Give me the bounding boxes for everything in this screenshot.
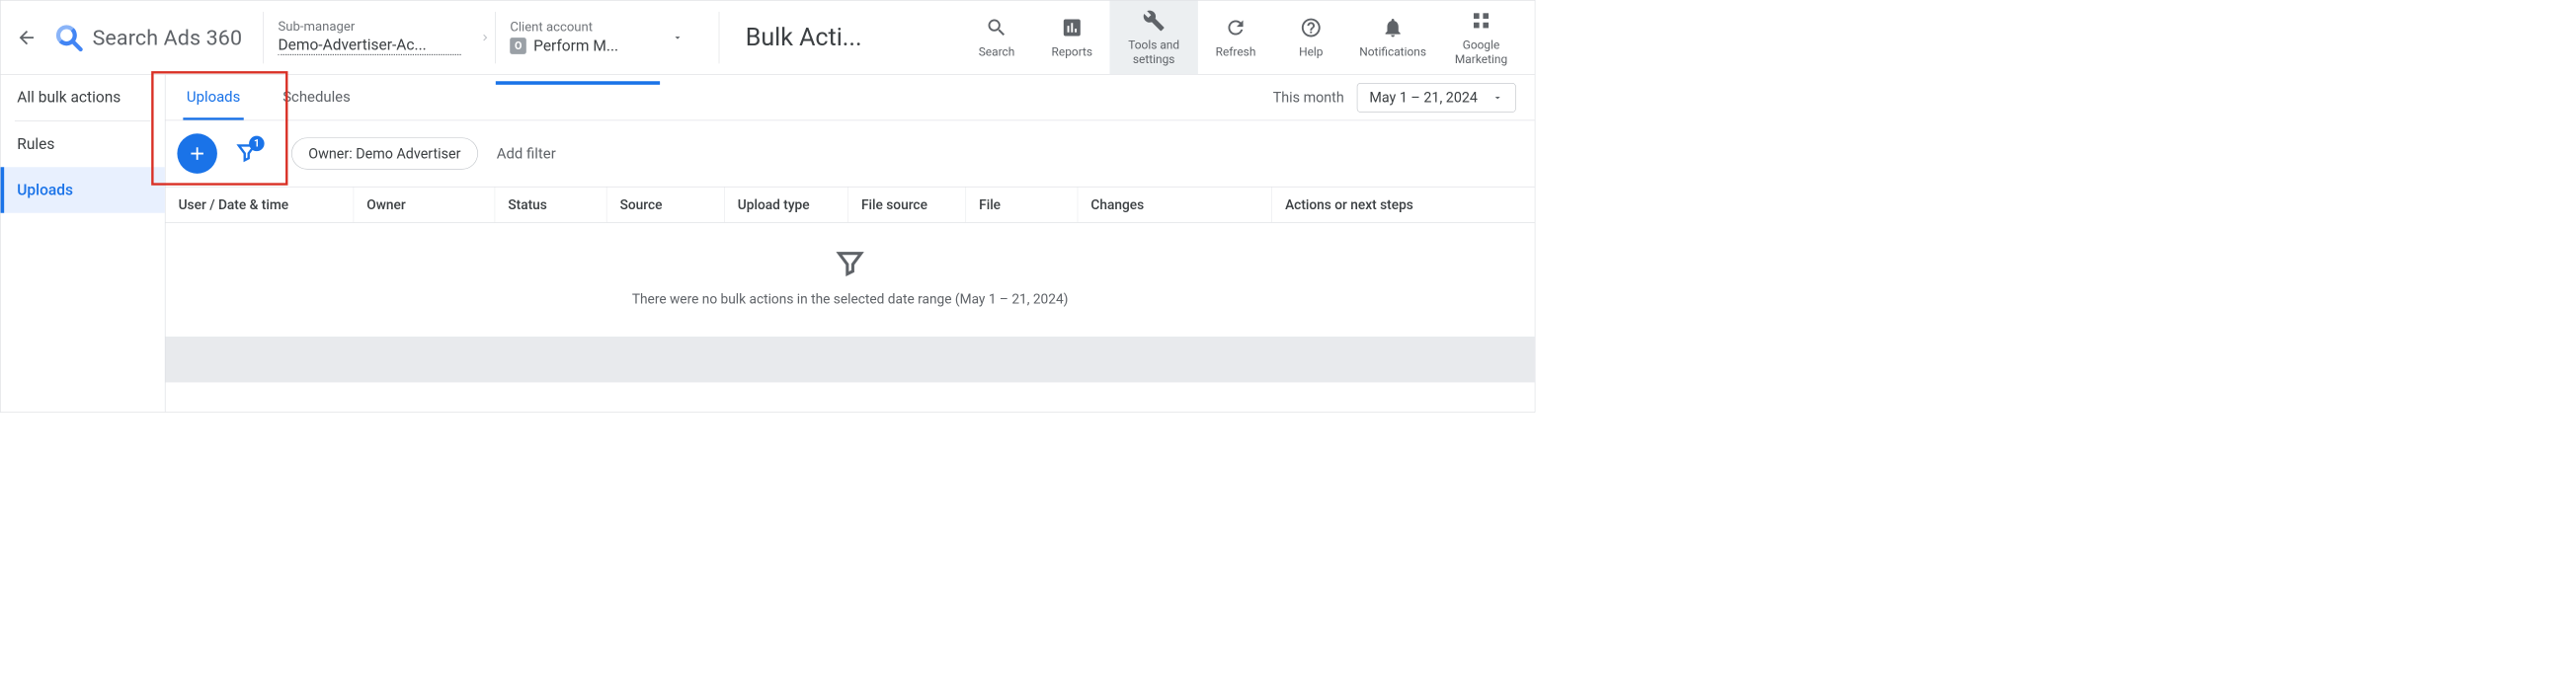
back-button[interactable] [15, 26, 39, 49]
tabs-row: Uploads Schedules This month May 1 – 21,… [165, 75, 1534, 120]
th-file-source[interactable]: File source [848, 188, 966, 223]
table-footer-bar [165, 337, 1534, 382]
crumb-label: Sub-manager [278, 20, 460, 35]
table-header: User / Date & time Owner Status Source U… [165, 187, 1534, 223]
breadcrumb-sub-manager[interactable]: Sub-manager Demo-Advertiser-Ac... [264, 12, 476, 63]
add-filter-button[interactable]: Add filter [497, 145, 556, 162]
th-status[interactable]: Status [495, 188, 606, 223]
client-badge-icon: O [510, 38, 526, 54]
chevron-right-icon [479, 31, 492, 43]
crumb-value: O Perform M... [510, 38, 646, 55]
chart-icon [1061, 16, 1084, 38]
bell-icon [1382, 16, 1405, 38]
filter-chip-owner[interactable]: Owner: Demo Advertiser [291, 137, 478, 169]
header-actions: Search Reports Tools and settings Refres… [959, 1, 1525, 75]
apps-icon [1470, 9, 1492, 32]
th-source[interactable]: Source [606, 188, 724, 223]
header-search[interactable]: Search [959, 1, 1034, 75]
date-preset: This month [1273, 89, 1344, 106]
breadcrumb-client[interactable]: Client account O Perform M... [495, 12, 660, 63]
wrench-icon [1143, 9, 1166, 32]
filter-button[interactable]: 1 [235, 140, 259, 166]
refresh-icon [1225, 16, 1248, 38]
tab-uploads[interactable]: Uploads [165, 75, 261, 120]
search-logo-icon [54, 24, 83, 52]
th-changes[interactable]: Changes [1078, 188, 1272, 223]
header-reports[interactable]: Reports [1034, 1, 1109, 75]
filter-outline-icon [834, 247, 866, 279]
page-title: Bulk Acti... [719, 12, 872, 63]
header-marketing[interactable]: Google Marketing [1437, 1, 1525, 75]
tab-schedules[interactable]: Schedules [262, 75, 371, 120]
logo-area[interactable]: Search Ads 360 [54, 24, 242, 52]
sidebar-item-all[interactable]: All bulk actions [1, 75, 165, 120]
app-name: Search Ads 360 [93, 25, 243, 49]
empty-state: There were no bulk actions in the select… [165, 223, 1534, 337]
caret-down-icon[interactable] [672, 32, 684, 43]
sidebar-item-rules[interactable]: Rules [1, 121, 165, 167]
th-file[interactable]: File [966, 188, 1078, 223]
arrow-left-icon [16, 27, 37, 47]
caret-down-icon [1491, 92, 1503, 104]
toolbar: 1 Owner: Demo Advertiser Add filter [165, 120, 1534, 187]
th-upload-type[interactable]: Upload type [725, 188, 848, 223]
add-button[interactable] [177, 133, 217, 174]
date-range-picker[interactable]: May 1 – 21, 2024 [1357, 83, 1516, 113]
filter-count-badge: 1 [249, 136, 264, 151]
header-help[interactable]: Help [1273, 1, 1348, 75]
plus-icon [187, 143, 207, 164]
th-user-date[interactable]: User / Date & time [165, 188, 354, 223]
crumb-value: Demo-Advertiser-Ac... [278, 37, 460, 55]
header-notifications[interactable]: Notifications [1348, 1, 1436, 75]
header-tools[interactable]: Tools and settings [1109, 1, 1197, 75]
help-icon [1300, 16, 1323, 38]
th-owner[interactable]: Owner [354, 188, 495, 223]
search-icon [986, 16, 1008, 38]
app-header: Search Ads 360 Sub-manager Demo-Advertis… [1, 1, 1535, 75]
empty-message: There were no bulk actions in the select… [632, 291, 1069, 307]
sidebar-item-uploads[interactable]: Uploads [1, 167, 165, 212]
th-actions[interactable]: Actions or next steps [1272, 188, 1535, 223]
sidebar: All bulk actions Rules Uploads [1, 75, 166, 413]
crumb-label: Client account [510, 20, 646, 35]
header-refresh[interactable]: Refresh [1198, 1, 1273, 75]
